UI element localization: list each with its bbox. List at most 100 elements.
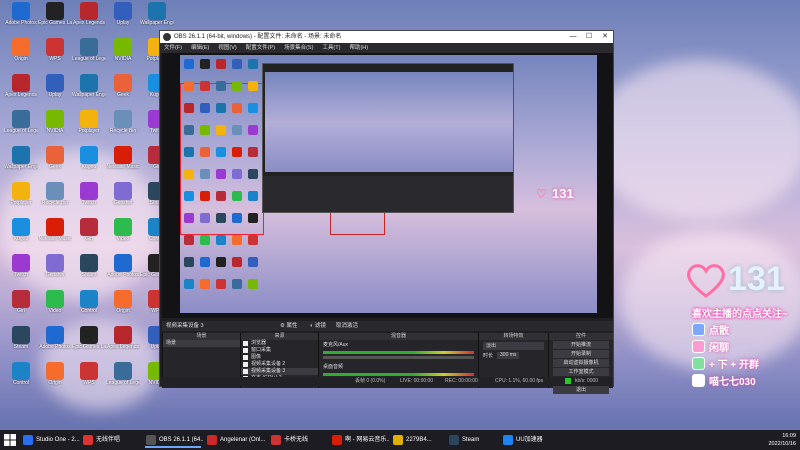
- desktop-icon[interactable]: Adobe Photos: [38, 326, 72, 364]
- preview-mirror-icon: [248, 147, 258, 157]
- app-icon: [46, 290, 64, 308]
- taskbar-item[interactable]: 卡桥无线: [268, 432, 328, 448]
- source-item[interactable]: 浏览器: [241, 340, 318, 347]
- desktop-icon[interactable]: Adobe Photos: [4, 2, 38, 40]
- desktop-icon[interactable]: Apex Legends: [4, 74, 38, 112]
- transition-select[interactable]: 淡出: [483, 342, 544, 350]
- exit-button[interactable]: 退出: [553, 386, 609, 394]
- desktop-icon[interactable]: Genshin: [106, 182, 140, 220]
- desktop-icon-label: Geek: [117, 92, 129, 98]
- source-item[interactable]: 视频采集设备 2: [241, 361, 318, 368]
- menu-tools[interactable]: 工具(T): [322, 43, 340, 53]
- desktop-icon[interactable]: Adobe Photos: [106, 254, 140, 292]
- scene-item[interactable]: 场景: [163, 340, 240, 347]
- preview-mirror-icon: [184, 169, 194, 179]
- taskbar-item[interactable]: Angelenar (Onl...: [204, 432, 266, 448]
- menu-view[interactable]: 视图(V): [218, 43, 236, 53]
- desktop-icon[interactable]: Epic Games Launcher: [38, 2, 72, 40]
- duration-input[interactable]: 300 ms: [497, 352, 520, 359]
- desktop-icon[interactable]: Video: [38, 290, 72, 328]
- desktop-icon[interactable]: Genshin: [38, 254, 72, 292]
- obs-preview[interactable]: ♡ 131: [162, 53, 613, 318]
- menu-scene-collection[interactable]: 场景集合(S): [284, 43, 313, 53]
- menu-help[interactable]: 帮助(H): [349, 43, 368, 53]
- studio-mode-button[interactable]: 工作室模式: [553, 368, 609, 376]
- desktop-icon[interactable]: Geek: [38, 146, 72, 184]
- desktop-icon[interactable]: Wallpaper Engine: [4, 146, 38, 184]
- visibility-icon[interactable]: [243, 341, 248, 346]
- desktop-icon[interactable]: Wallpaper Engine: [72, 74, 106, 112]
- close-button[interactable]: ✕: [597, 31, 613, 43]
- menu-edit[interactable]: 编辑(E): [191, 43, 209, 53]
- desktop-icon[interactable]: Potplayer: [4, 182, 38, 220]
- desktop-icon[interactable]: NVIDIA: [106, 38, 140, 76]
- desktop-icon[interactable]: Netease Music: [106, 146, 140, 184]
- tray-clock[interactable]: 16:09 2022/10/16: [768, 432, 796, 448]
- live-time: LIVE: 00:00:00: [400, 378, 434, 384]
- visibility-icon[interactable]: [243, 355, 248, 360]
- desktop-icon[interactable]: Video: [106, 218, 140, 256]
- obs-titlebar[interactable]: OBS 26.1.1 (64-bit, windows) - 配置文件: 未命名…: [160, 31, 613, 43]
- taskbar-item[interactable]: Studio One - 2...: [20, 432, 80, 448]
- source-item[interactable]: 窗口采集: [241, 347, 318, 354]
- source-item[interactable]: 视频采集设备 3: [241, 368, 318, 375]
- desktop-icon[interactable]: WPS: [38, 38, 72, 76]
- desktop-icon[interactable]: Recycle Bin: [106, 110, 140, 148]
- desktop-icon[interactable]: NVIDIA: [38, 110, 72, 148]
- desktop-icon[interactable]: Uplay: [38, 74, 72, 112]
- start-button[interactable]: [4, 434, 16, 446]
- deactivate-button[interactable]: 取消激活: [336, 321, 358, 331]
- desktop-icon[interactable]: WPS: [72, 362, 106, 400]
- desktop-icon[interactable]: Control: [72, 290, 106, 328]
- desktop-icon[interactable]: Origin: [38, 362, 72, 400]
- desktop-icon[interactable]: Recycle Bin: [38, 182, 72, 220]
- taskbar-item[interactable]: OBS 26.1.1 (64...: [143, 432, 203, 448]
- properties-button[interactable]: ⚙ 属性: [280, 321, 297, 331]
- desktop-icon[interactable]: Netease Music: [38, 218, 72, 256]
- desktop-icon[interactable]: Twitch: [72, 182, 106, 220]
- desktop-icon[interactable]: Apex Legends: [106, 326, 140, 364]
- desktop-icon[interactable]: Kugou: [72, 146, 106, 184]
- start-recording-button[interactable]: 开始录制: [553, 350, 609, 358]
- menu-file[interactable]: 文件(F): [164, 43, 182, 53]
- maximize-button[interactable]: ☐: [581, 31, 597, 43]
- desktop-icon-label: Kugou: [13, 236, 29, 242]
- taskbar-item[interactable]: 无线伴唱: [80, 432, 142, 448]
- desktop-icon[interactable]: League of Legends: [4, 110, 38, 148]
- preview-mirror-icon: [200, 147, 210, 157]
- source-toolbar: 视频采集设备 3 ⚙ 属性 ◐ 滤镜 取消激活: [162, 321, 613, 331]
- desktop-icon[interactable]: Origin: [106, 290, 140, 328]
- desktop-icon[interactable]: Epic Games Launcher: [72, 326, 106, 364]
- preview-mirror-icon: [184, 125, 194, 135]
- visibility-icon[interactable]: [243, 348, 248, 353]
- preview-mirror-icon: [232, 235, 242, 245]
- desktop-icon[interactable]: Steam: [4, 326, 38, 364]
- desktop-icon[interactable]: Uplay: [106, 2, 140, 40]
- visibility-icon[interactable]: [243, 369, 248, 374]
- taskbar-item[interactable]: Steam: [446, 432, 500, 448]
- taskbar-item[interactable]: 2279B4...: [390, 432, 445, 448]
- menu-profile[interactable]: 配置文件(P): [246, 43, 275, 53]
- desktop-icon[interactable]: Twitch: [4, 254, 38, 292]
- filters-button[interactable]: ◐ 滤镜: [310, 321, 326, 331]
- desktop-icon[interactable]: Origin: [4, 38, 38, 76]
- desktop-icon[interactable]: Control: [4, 362, 38, 400]
- virtual-camera-button[interactable]: 启动虚拟摄像机: [553, 359, 609, 367]
- source-item[interactable]: 图像: [241, 354, 318, 361]
- desktop-icon[interactable]: Girl: [72, 218, 106, 256]
- taskbar-item[interactable]: 啊 - 网易云音乐...: [329, 432, 389, 448]
- desktop-icon[interactable]: League of Legends: [72, 38, 106, 76]
- minimize-button[interactable]: —: [565, 31, 581, 43]
- desktop-icon[interactable]: Geek: [106, 74, 140, 112]
- desktop-icon[interactable]: Girl: [4, 290, 38, 328]
- obs-window[interactable]: OBS 26.1.1 (64-bit, windows) - 配置文件: 未命名…: [159, 30, 614, 394]
- desktop-icon[interactable]: Steam: [72, 254, 106, 292]
- volume-slider[interactable]: [323, 356, 474, 359]
- taskbar-item[interactable]: UU加速器: [500, 432, 556, 448]
- desktop-icon[interactable]: Apex Legends: [72, 2, 106, 40]
- desktop-icon[interactable]: Potplayer: [72, 110, 106, 148]
- desktop-icon[interactable]: Kugou: [4, 218, 38, 256]
- desktop-icon[interactable]: League of Legends: [106, 362, 140, 400]
- visibility-icon[interactable]: [243, 362, 248, 367]
- start-streaming-button[interactable]: 开始推流: [553, 341, 609, 349]
